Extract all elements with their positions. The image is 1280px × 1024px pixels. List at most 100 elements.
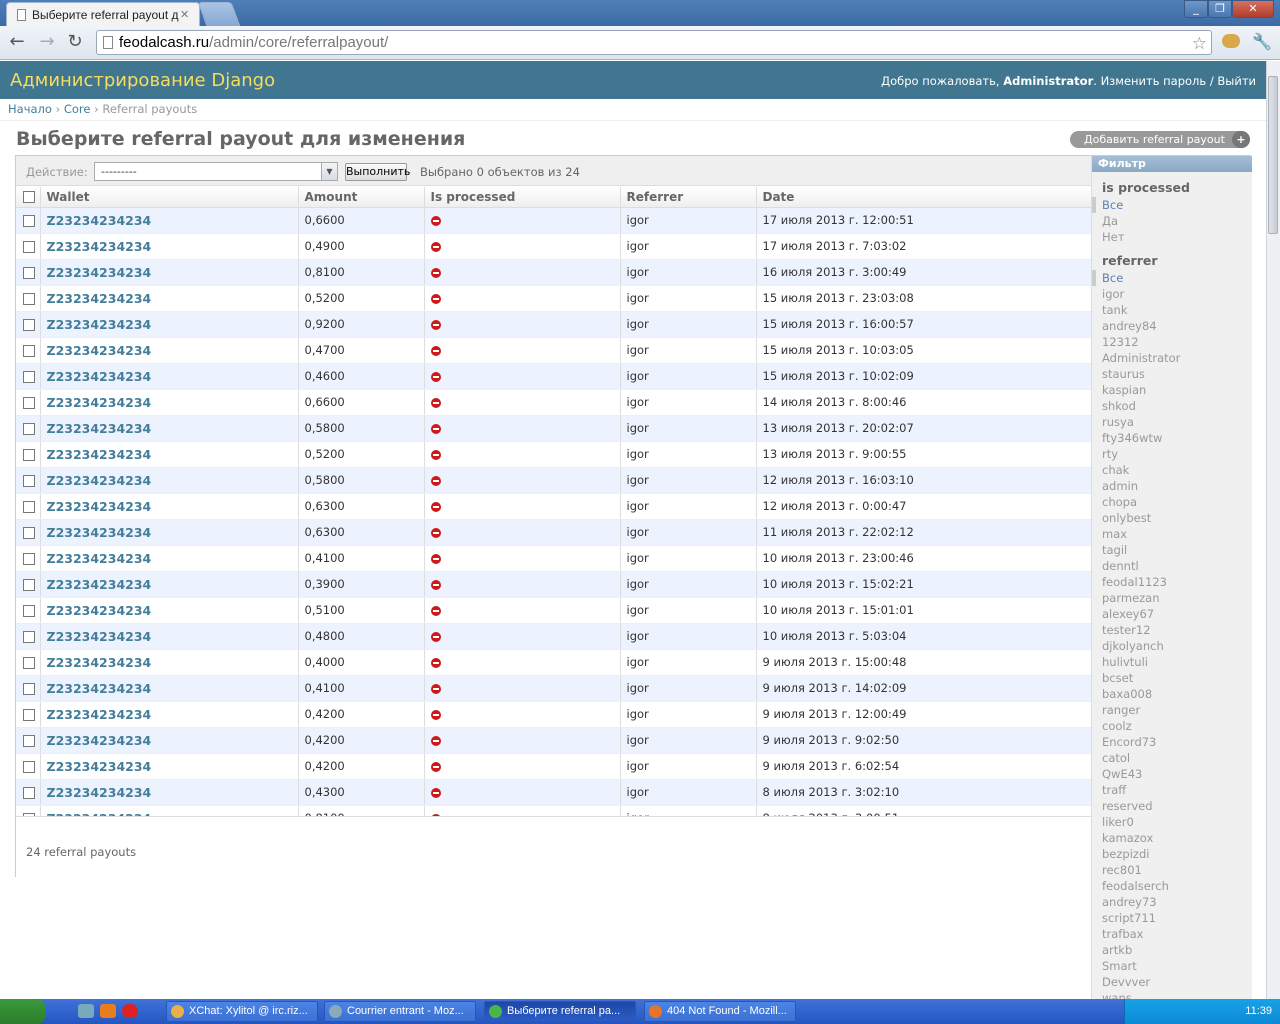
wallet-link[interactable]: Z23234234234 <box>47 681 152 696</box>
taskbar-item-active[interactable]: Выберите referral pa... <box>484 1001 636 1022</box>
row-checkbox[interactable] <box>23 214 35 227</box>
quicklaunch-icon[interactable] <box>78 1004 94 1018</box>
bookmark-star-icon[interactable]: ☆ <box>1192 32 1207 55</box>
row-checkbox[interactable] <box>23 734 35 747</box>
row-checkbox[interactable] <box>23 422 35 435</box>
row-checkbox[interactable] <box>23 526 35 539</box>
row-checkbox[interactable] <box>23 240 35 253</box>
reload-icon[interactable]: ↻ <box>64 32 86 54</box>
wallet-link[interactable]: Z23234234234 <box>47 759 152 774</box>
column-header[interactable]: Referrer <box>619 187 756 208</box>
vlc-icon[interactable] <box>100 1004 116 1018</box>
row-checkbox[interactable] <box>23 370 35 383</box>
taskbar-item[interactable]: 404 Not Found - Mozill... <box>644 1001 796 1022</box>
column-header[interactable]: Is processed <box>423 187 620 208</box>
close-window-button[interactable]: ✕ <box>1232 0 1274 18</box>
filter-item[interactable]: parmezan <box>1102 590 1252 606</box>
row-checkbox[interactable] <box>23 604 35 617</box>
row-checkbox[interactable] <box>23 448 35 461</box>
change-password-link[interactable]: Изменить пароль <box>1101 74 1207 88</box>
filter-item[interactable]: chopa <box>1102 494 1252 510</box>
filter-item[interactable]: artkb <box>1102 942 1252 958</box>
filter-item[interactable]: Administrator <box>1102 350 1252 366</box>
row-checkbox[interactable] <box>23 656 35 669</box>
filter-item[interactable]: shkod <box>1102 398 1252 414</box>
minimize-button[interactable]: _ <box>1184 0 1208 18</box>
filter-item[interactable]: tank <box>1102 302 1252 318</box>
taskbar-item[interactable]: Courrier entrant - Moz... <box>324 1001 476 1022</box>
filter-item[interactable]: traff <box>1102 782 1252 798</box>
filter-item[interactable]: hulivtuli <box>1102 654 1252 670</box>
wallet-link[interactable]: Z23234234234 <box>47 421 152 436</box>
filter-item[interactable]: alexey67 <box>1102 606 1252 622</box>
filter-item[interactable]: andrey84 <box>1102 318 1252 334</box>
filter-item[interactable]: staurus <box>1102 366 1252 382</box>
wallet-link[interactable]: Z23234234234 <box>47 265 152 280</box>
row-checkbox[interactable] <box>23 344 35 357</box>
wallet-link[interactable]: Z23234234234 <box>47 733 152 748</box>
filter-item[interactable]: igor <box>1102 286 1252 302</box>
wallet-link[interactable]: Z23234234234 <box>47 655 152 670</box>
row-checkbox[interactable] <box>23 396 35 409</box>
row-checkbox[interactable] <box>23 578 35 591</box>
row-checkbox[interactable] <box>23 318 35 331</box>
wallet-link[interactable]: Z23234234234 <box>47 785 152 800</box>
column-header[interactable]: Wallet <box>39 187 298 208</box>
breadcrumb-home[interactable]: Начало <box>8 102 52 116</box>
filter-item[interactable]: bezpizdi <box>1102 846 1252 862</box>
wallet-link[interactable]: Z23234234234 <box>47 447 152 462</box>
filter-item[interactable]: trafbax <box>1102 926 1252 942</box>
taskbar-item[interactable]: XChat: Xylitol @ irc.riz... <box>166 1001 318 1022</box>
wallet-link[interactable]: Z23234234234 <box>47 317 152 332</box>
start-button[interactable] <box>0 999 46 1024</box>
filter-item[interactable]: chak <box>1102 462 1252 478</box>
row-checkbox[interactable] <box>23 266 35 279</box>
new-tab-button[interactable] <box>197 2 241 26</box>
filter-item[interactable]: wans <box>1102 990 1252 999</box>
wallet-link[interactable]: Z23234234234 <box>47 577 152 592</box>
filter-item[interactable]: Все <box>1092 270 1252 286</box>
filter-item[interactable]: QwE43 <box>1102 766 1252 782</box>
filter-item[interactable]: feodalserch <box>1102 878 1252 894</box>
filter-item[interactable]: rusya <box>1102 414 1252 430</box>
filter-item[interactable]: 12312 <box>1102 334 1252 350</box>
tab-active[interactable]: Выберите referral payout д ✕ <box>6 2 200 26</box>
filter-item[interactable]: rec801 <box>1102 862 1252 878</box>
maximize-button[interactable]: ❐ <box>1208 0 1232 18</box>
wallet-link[interactable]: Z23234234234 <box>47 525 152 540</box>
wallet-link[interactable]: Z23234234234 <box>47 213 152 228</box>
row-checkbox[interactable] <box>23 708 35 721</box>
back-arrow-icon[interactable]: ← <box>6 32 28 54</box>
wallet-link[interactable]: Z23234234234 <box>47 603 152 618</box>
column-header[interactable]: Amount <box>297 187 424 208</box>
wallet-link[interactable]: Z23234234234 <box>47 707 152 722</box>
address-bar[interactable]: feodalcash.ru/admin/core/referralpayout/… <box>96 30 1212 55</box>
filter-item[interactable]: rty <box>1102 446 1252 462</box>
wallet-link[interactable]: Z23234234234 <box>47 629 152 644</box>
filter-item[interactable]: tester12 <box>1102 622 1252 638</box>
row-checkbox[interactable] <box>23 682 35 695</box>
row-checkbox[interactable] <box>23 292 35 305</box>
filter-item[interactable]: ranger <box>1102 702 1252 718</box>
wallet-link[interactable]: Z23234234234 <box>47 499 152 514</box>
wrench-icon[interactable]: 🔧 <box>1252 32 1272 51</box>
close-icon[interactable] <box>122 1004 138 1018</box>
filter-item[interactable]: bcset <box>1102 670 1252 686</box>
logout-link[interactable]: Выйти <box>1217 74 1256 88</box>
wallet-link[interactable]: Z23234234234 <box>47 239 152 254</box>
filter-item[interactable]: andrey73 <box>1102 894 1252 910</box>
filter-item[interactable]: coolz <box>1102 718 1252 734</box>
filter-item[interactable]: Все <box>1092 197 1252 213</box>
action-select[interactable]: --------- ▼ <box>94 162 338 181</box>
row-checkbox[interactable] <box>23 786 35 799</box>
wallet-link[interactable]: Z23234234234 <box>47 551 152 566</box>
scrollbar-thumb[interactable] <box>1268 76 1278 234</box>
wallet-link[interactable]: Z23234234234 <box>47 395 152 410</box>
filter-item[interactable]: Devvver <box>1102 974 1252 990</box>
filter-item[interactable]: script711 <box>1102 910 1252 926</box>
add-referral-payout-button[interactable]: Добавить referral payout + <box>1070 131 1250 148</box>
wallet-link[interactable]: Z23234234234 <box>47 369 152 384</box>
row-checkbox[interactable] <box>23 760 35 773</box>
wallet-link[interactable]: Z23234234234 <box>47 343 152 358</box>
filter-item[interactable]: feodal1123 <box>1102 574 1252 590</box>
